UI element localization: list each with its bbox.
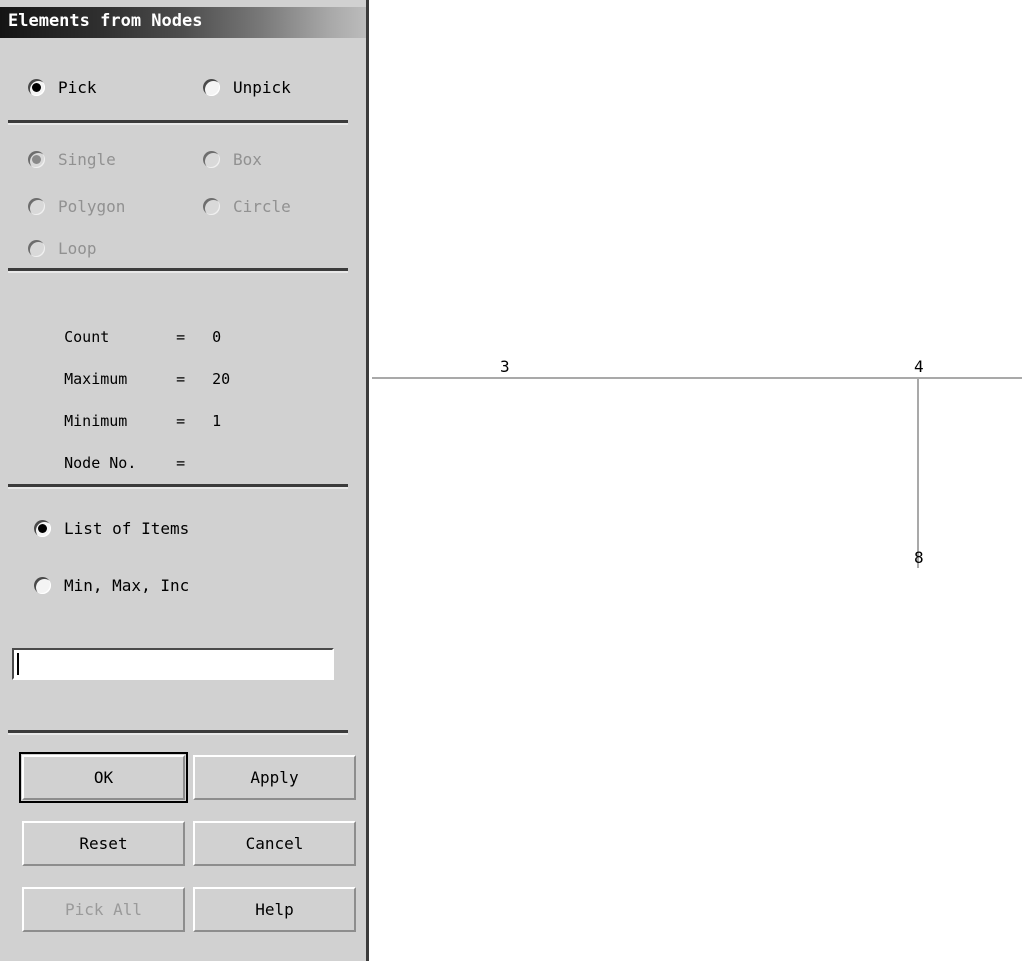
radio-indicator-circle (203, 198, 220, 215)
radio-circle[interactable]: Circle (203, 197, 291, 216)
item-list-input[interactable] (12, 648, 334, 680)
reset-button[interactable]: Reset (22, 821, 185, 866)
radio-unpick[interactable]: Unpick (203, 78, 291, 97)
dialog-title-bar[interactable]: Elements from Nodes (0, 0, 366, 40)
radio-label-pick: Pick (58, 78, 97, 97)
radio-polygon[interactable]: Polygon (28, 197, 125, 216)
node-label-4: 4 (914, 357, 924, 376)
separator-4 (8, 730, 348, 735)
cancel-button[interactable]: Cancel (193, 821, 356, 866)
mesh-edge-vertical[interactable] (917, 378, 919, 568)
separator-2 (8, 268, 348, 273)
pick-all-button[interactable]: Pick All (22, 887, 185, 932)
info-eq-minimum: = (176, 412, 186, 430)
info-eq-maximum: = (176, 370, 186, 388)
radio-label-loop: Loop (58, 239, 97, 258)
radio-box[interactable]: Box (203, 150, 262, 169)
radio-indicator-loop (28, 240, 45, 257)
info-value-minimum: 1 (212, 412, 222, 430)
info-key-minimum: Minimum (64, 412, 128, 430)
radio-pick[interactable]: Pick (28, 78, 97, 97)
radio-label-unpick: Unpick (233, 78, 291, 97)
info-row-node-no: Node No. = (28, 436, 212, 490)
radio-loop[interactable]: Loop (28, 239, 97, 258)
radio-label-box: Box (233, 150, 262, 169)
radio-indicator-single (28, 151, 45, 168)
info-eq-node-no: = (176, 454, 186, 472)
info-key-maximum: Maximum (64, 370, 128, 388)
separator-3 (8, 484, 348, 489)
radio-list-of-items[interactable]: List of Items (34, 519, 189, 538)
info-eq-count: = (176, 328, 186, 346)
radio-label-single: Single (58, 150, 116, 169)
radio-indicator-polygon (28, 198, 45, 215)
radio-label-polygon: Polygon (58, 197, 126, 216)
apply-button[interactable]: Apply (193, 755, 356, 800)
radio-label-min-max-inc: Min, Max, Inc (64, 576, 190, 595)
text-caret (17, 653, 19, 675)
info-value-maximum: 20 (212, 370, 231, 388)
radio-indicator-unpick (203, 79, 220, 96)
radio-indicator-min-max-inc (34, 577, 51, 594)
radio-min-max-inc[interactable]: Min, Max, Inc (34, 576, 189, 595)
radio-single[interactable]: Single (28, 150, 116, 169)
radio-label-list-of-items: List of Items (64, 519, 190, 538)
radio-indicator-list-of-items (34, 520, 51, 537)
help-button[interactable]: Help (193, 887, 356, 932)
info-value-count: 0 (212, 328, 222, 346)
info-key-count: Count (64, 328, 110, 346)
graphics-canvas[interactable]: 3 4 8 (369, 0, 1022, 961)
radio-indicator-box (203, 151, 220, 168)
info-key-node-no: Node No. (64, 454, 137, 472)
elements-from-nodes-dialog: Elements from Nodes Pick Unpick Single B… (0, 0, 369, 961)
dialog-title: Elements from Nodes (8, 11, 203, 31)
mesh-edge-horizontal[interactable] (372, 377, 1022, 379)
node-label-8: 8 (914, 548, 924, 567)
node-label-3: 3 (500, 357, 510, 376)
ok-button[interactable]: OK (19, 752, 188, 803)
separator-1 (8, 120, 348, 125)
radio-label-circle: Circle (233, 197, 291, 216)
radio-indicator-pick (28, 79, 45, 96)
